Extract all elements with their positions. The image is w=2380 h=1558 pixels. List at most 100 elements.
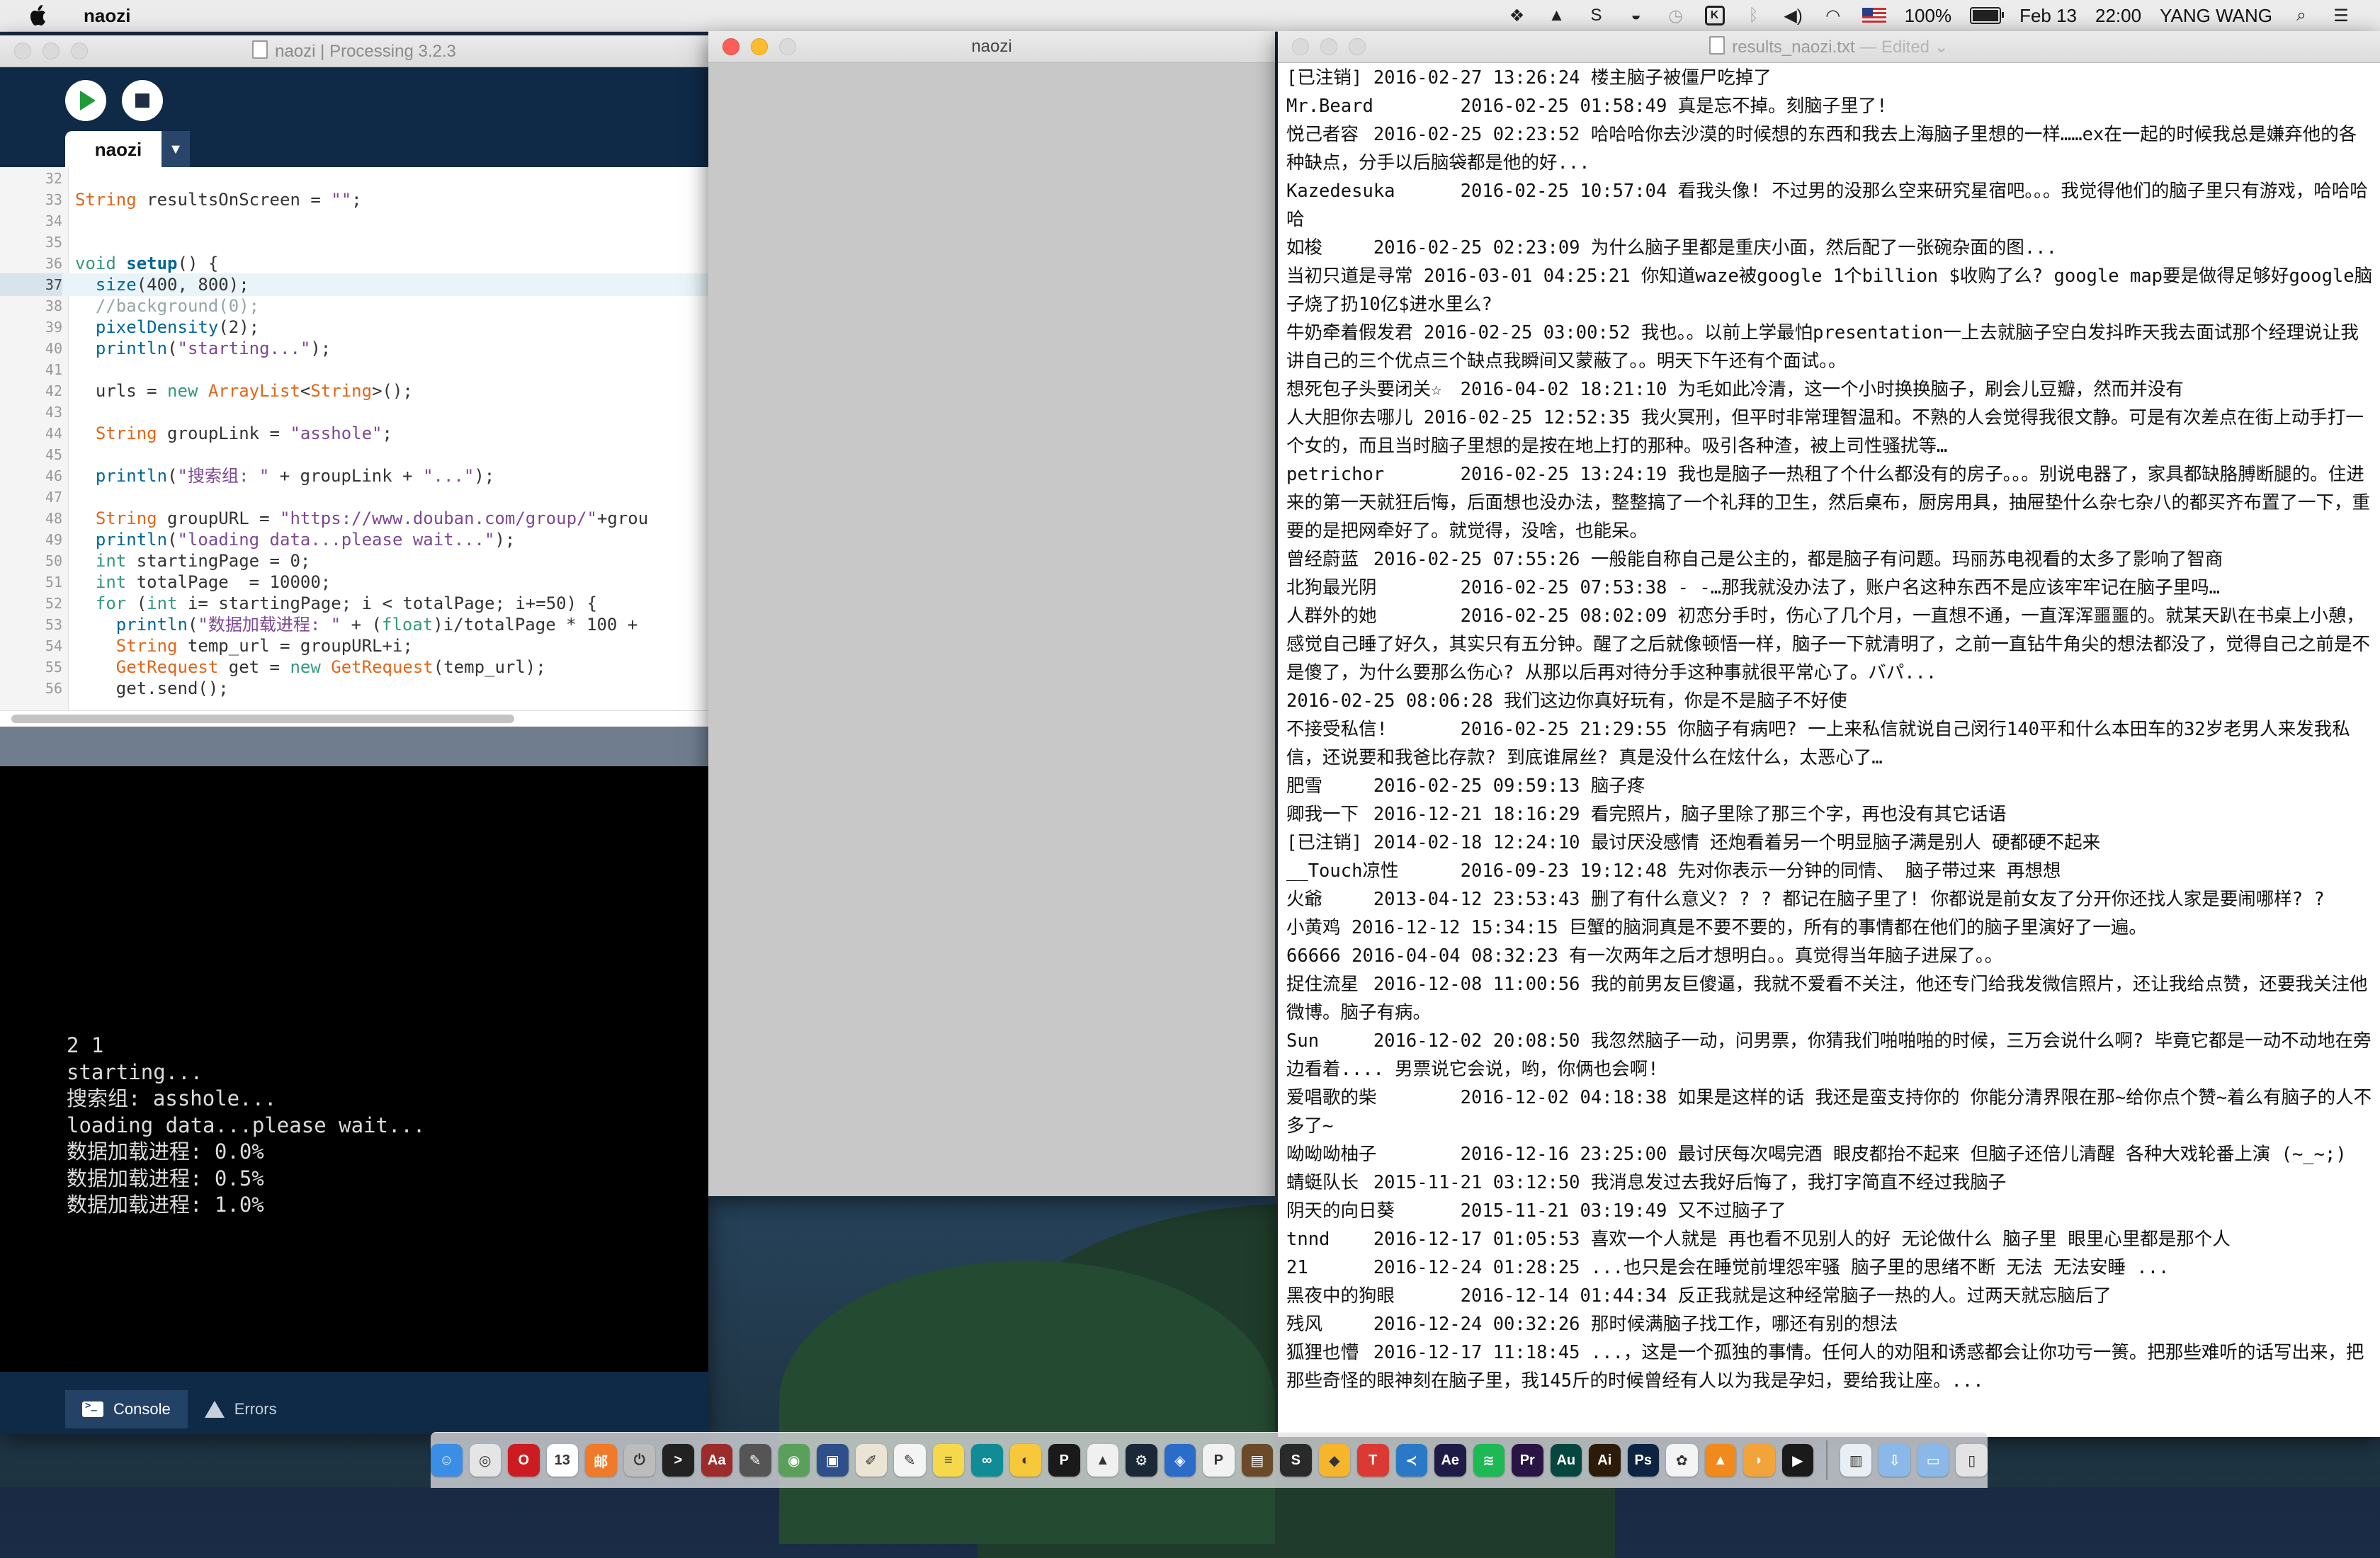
close-button[interactable] [1292,38,1309,55]
sphere-icon[interactable]: ◉ [778,1444,810,1477]
code-line[interactable]: 52 for (int i= startingPage; i < totalPa… [0,592,708,615]
close-button[interactable] [722,38,740,55]
window-icon[interactable]: ▣ [817,1444,849,1477]
textedit-titlebar[interactable]: results_naozi.txt — Edited ⌄ [1278,31,2380,63]
paper-icon[interactable]: ✎ [894,1444,926,1477]
notification-center-icon[interactable]: ☰ [2330,5,2352,26]
apple-menu-icon[interactable] [28,4,48,27]
menubar-user[interactable]: YANG WANG [2160,5,2272,27]
opera-icon[interactable]: O [508,1444,540,1477]
pr-icon[interactable]: Pr [1512,1444,1543,1477]
toggle-icon[interactable]: ◒ [1626,5,1647,26]
au-icon[interactable]: Au [1550,1444,1582,1477]
console-panel[interactable]: 2 1 starting... 搜索组: asshole... loading dat… [0,766,708,1372]
scrivener-icon[interactable]: S [1280,1444,1312,1477]
text-document-body[interactable]: [已注销] 2016-02-27 13:26:24 楼主脑子被僵尸吃掉了 Mr.B… [1286,64,2373,1395]
documents-folder-icon[interactable]: ▭ [1917,1444,1949,1477]
steam-icon[interactable]: ⚙ [1126,1444,1157,1477]
app-icon-orange[interactable]: 邮 [585,1444,617,1477]
code-line[interactable]: 53 println("数据加载进程: " + (float)i/totalPa… [0,613,708,636]
close-button[interactable] [14,42,31,59]
tab-menu-dropdown[interactable]: ▼ [162,131,190,168]
zoom-button[interactable] [779,38,796,55]
editor-console-divider[interactable] [0,727,708,766]
code-line[interactable]: 38 //background(0); [0,295,708,317]
horizontal-scrollbar[interactable] [0,710,708,727]
code-line[interactable]: 40 println("starting..."); [0,337,708,360]
sourcetree-icon[interactable]: ◈ [1164,1444,1196,1477]
code-line[interactable]: 33 String resultsOnScreen = ""; [0,188,708,211]
stop-button[interactable] [122,80,163,121]
menubar-date[interactable]: Feb 13 [2019,5,2077,27]
vscode-icon[interactable]: ≺ [1395,1444,1428,1477]
todo-icon[interactable]: T [1357,1444,1389,1477]
minimize-button[interactable] [42,42,60,59]
timemachine-icon[interactable]: ◷ [1665,5,1687,26]
wifi-icon[interactable]: ◠ [1823,5,1844,26]
chrome-icon[interactable]: ◎ [469,1444,502,1477]
p-icon[interactable]: P [1203,1444,1235,1477]
calendar-icon[interactable]: 13 [546,1444,579,1477]
code-line[interactable]: 34 [0,210,708,232]
us-flag-icon[interactable] [1862,8,1886,23]
notes-icon[interactable]: ≡ [932,1444,965,1477]
code-line[interactable]: 39 pixelDensity(2); [0,316,708,339]
bluetooth-icon[interactable]: ᛒ [1743,5,1764,26]
code-line[interactable]: 49 println("loading data...please wait..… [0,528,708,551]
vlc-icon[interactable]: ▲ [1704,1444,1737,1477]
downloads-folder-icon[interactable]: ⇩ [1878,1444,1910,1477]
spotify-icon[interactable]: ≋ [1473,1444,1505,1477]
timer-icon[interactable]: ⏻ [623,1444,656,1477]
ps-icon[interactable]: Ps [1627,1444,1660,1477]
scrollbar-thumb[interactable] [11,715,514,723]
box-icon[interactable]: K [1704,6,1725,25]
code-line[interactable]: 35 [0,231,708,254]
preview-icon[interactable]: ▥ [1840,1444,1872,1477]
brush-icon[interactable]: ✎ [740,1444,771,1477]
code-line[interactable]: 43 [0,401,708,423]
sketch-canvas[interactable] [708,63,1275,1196]
edited-indicator[interactable]: — Edited ⌄ [1859,38,1949,57]
tab-errors[interactable]: Errors [188,1390,294,1428]
drive-icon[interactable]: ▲ [1087,1444,1119,1477]
ae-icon[interactable]: Ae [1434,1444,1466,1477]
finder-icon[interactable]: ☺ [431,1444,463,1477]
dropbox-icon[interactable]: ❖ [1507,5,1528,26]
zoom-button[interactable] [71,42,88,59]
code-line[interactable]: 44 String groupLink = "asshole"; [0,422,708,445]
code-line[interactable]: 55 GetRequest get = new GetRequest(temp_… [0,656,708,678]
code-line[interactable]: 37 size(400, 800); [0,273,708,296]
active-app-name[interactable]: naozi [84,5,130,27]
code-line[interactable]: 46 println("搜索组: " + groupLink + "..."); [0,465,708,487]
s-icon[interactable]: S [1586,5,1607,26]
clapper-icon[interactable]: ▤ [1241,1444,1274,1477]
code-line[interactable]: 47 [0,486,708,508]
code-line[interactable]: 42 urls = new ArrayList<String>(); [0,380,708,402]
code-line[interactable]: 50 int startingPage = 0; [0,550,708,572]
squirrel-icon[interactable]: ◗ [1743,1444,1775,1477]
menubar-time[interactable]: 22:00 [2095,5,2141,27]
tab-console[interactable]: Console [65,1390,188,1428]
processing-icon[interactable]: P [1048,1444,1080,1477]
zoom-button[interactable] [1349,38,1366,55]
ide-titlebar[interactable]: naozi | Processing 3.2.3 [0,35,708,67]
code-line[interactable]: 45 [0,443,708,466]
run-button[interactable] [65,80,106,121]
code-editor[interactable]: 32 33 String resultsOnScreen = ""; 34 35 36 vo… [0,167,708,727]
code-line[interactable]: 41 [0,358,708,381]
trash-icon[interactable]: ▯ [1956,1444,1988,1477]
sketch-titlebar[interactable]: naozi [708,31,1275,63]
duck-icon[interactable]: ◐ [1009,1444,1042,1477]
drive-icon[interactable]: ▲ [1546,5,1568,26]
code-line[interactable]: 54 String temp_url = groupURL+i; [0,635,708,657]
battery-icon[interactable] [1970,7,2005,24]
code-line[interactable]: 36 void setup() { [0,252,708,275]
sketch-icon[interactable]: ◆ [1318,1444,1351,1477]
ai-icon[interactable]: Ai [1589,1444,1621,1477]
battery-percent[interactable]: 100% [1905,5,1952,27]
volume-icon[interactable]: ◀) [1783,5,1804,26]
drawing-icon[interactable]: ✐ [855,1444,888,1477]
terminal-icon[interactable]: > [662,1444,694,1477]
quicktime-icon[interactable]: ▶ [1781,1444,1814,1477]
arduino-icon[interactable]: ∞ [971,1444,1003,1477]
